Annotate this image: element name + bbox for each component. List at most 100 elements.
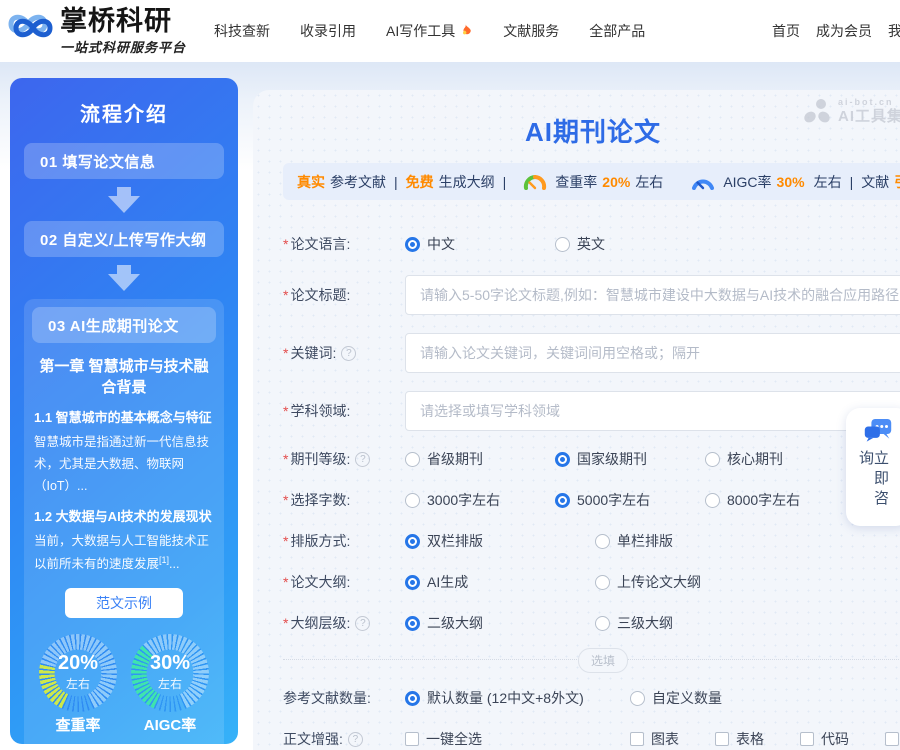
step-3-generate: 03 AI生成期刊论文 (32, 307, 216, 343)
radio-words-3000[interactable]: 3000字左右 (405, 490, 555, 510)
form-row-title: * 论文标题: (283, 275, 900, 315)
checkbox-select-all[interactable]: 一键全选 (405, 729, 630, 749)
form-row-journal-level: * 期刊等级: ? 省级期刊 国家级期刊 核心期刊 (283, 449, 900, 469)
header-right-nav: 首页 成为会员 我的 (772, 21, 900, 41)
logo-title: 掌桥科研 (60, 6, 186, 36)
required-mark: * (283, 492, 288, 508)
site-header: 掌桥科研 一站式科研服务平台 科技查新 收录引用 AI写作工具 文献服务 全部产… (0, 0, 900, 62)
nav-item-home[interactable]: 首页 (772, 21, 800, 41)
sidebar-title: 流程介绍 (24, 98, 224, 127)
preview-section2-title: 1.2 大数据与AI技术的发展现状 (34, 506, 214, 525)
checkbox-icon (715, 732, 729, 746)
nav-item-become-member[interactable]: 成为会员 (816, 21, 872, 41)
radio-outline-ai[interactable]: AI生成 (405, 572, 595, 592)
checkbox-charts[interactable]: 图表 (630, 729, 715, 749)
radio-level-national[interactable]: 国家级期刊 (555, 449, 705, 469)
step-2-outline: 02 自定义/上传写作大纲 (24, 221, 224, 257)
radio-words-8000[interactable]: 8000字左右 (705, 490, 855, 510)
duplicate-rate-gauge: 20% 左右 查重率 (32, 634, 124, 735)
radio-icon (405, 493, 420, 508)
checkbox-icon (885, 732, 899, 746)
radio-icon (405, 237, 420, 252)
form-row-language: * 论文语言: 中文 英文 (283, 234, 900, 254)
logo-icon (6, 6, 58, 50)
required-mark: * (283, 574, 288, 590)
sample-paper-button[interactable]: 范文示例 (65, 588, 183, 618)
nav-item-all-products[interactable]: 全部产品 (589, 21, 645, 41)
nav-item-literature[interactable]: 文献服务 (503, 21, 559, 41)
radio-level-core[interactable]: 核心期刊 (705, 449, 855, 469)
watermark-name: AI工具集 (838, 109, 900, 124)
radio-icon (555, 237, 570, 252)
watermark-url: ai-bot.cn (838, 98, 900, 107)
form-row-layout: * 排版方式: 双栏排版 单栏排版 (283, 531, 900, 551)
watermark: ai-bot.cn AI工具集 (802, 98, 900, 124)
arrow-down-icon (104, 187, 144, 213)
radio-icon (595, 534, 610, 549)
field-label: 参考文献数量: (283, 688, 371, 708)
help-icon[interactable]: ? (355, 616, 370, 631)
radio-depth-three-level[interactable]: 三级大纲 (595, 613, 785, 633)
radio-icon (555, 493, 570, 508)
required-mark: * (283, 451, 288, 467)
preview-chapter-title: 第一章 智慧城市与技术融合背景 (32, 355, 216, 397)
form-row-word-count: * 选择字数: 3000字左右 5000字左右 8000字左右 (283, 490, 900, 510)
radio-layout-double-column[interactable]: 双栏排版 (405, 531, 595, 551)
form-row-references: 参考文献数量: 默认数量 (12中文+8外文) 自定义数量 (283, 688, 900, 708)
main-nav: 科技查新 收录引用 AI写作工具 文献服务 全部产品 (214, 21, 645, 41)
nav-item-citation[interactable]: 收录引用 (300, 21, 356, 41)
subject-field-input[interactable] (405, 391, 900, 431)
radio-icon (705, 493, 720, 508)
checkbox-icon (630, 732, 644, 746)
radio-words-5000[interactable]: 5000字左右 (555, 490, 705, 510)
field-label: 期刊等级: (290, 449, 350, 469)
field-label: 大纲层级: (290, 613, 350, 633)
radio-icon (405, 575, 420, 590)
checkbox-icon (405, 732, 419, 746)
field-label: 论文大纲: (290, 572, 350, 592)
checkbox-formula[interactable]: 公式 (885, 729, 900, 749)
required-mark: * (283, 287, 288, 303)
step-1-fill-info: 01 填写论文信息 (24, 143, 224, 179)
radio-language-english[interactable]: 英文 (555, 234, 705, 254)
speedometer-green-icon (522, 173, 548, 190)
speedometer-blue-icon (690, 173, 716, 190)
radio-icon (555, 452, 570, 467)
paper-form: * 论文语言: 中文 英文 * 论文标题: (283, 234, 900, 749)
keywords-input[interactable] (405, 333, 900, 373)
preview-section2-text: 当前，大数据与人工智能技术正以前所未有的速度发展[1]... (34, 531, 214, 576)
radio-references-default[interactable]: 默认数量 (12中文+8外文) (405, 688, 630, 708)
form-row-outline-depth: * 大纲层级: ? 二级大纲 三级大纲 (283, 613, 900, 633)
rate-gauges: 20% 左右 查重率 30% 左右 AIGC率 (32, 634, 216, 735)
help-icon[interactable]: ? (348, 732, 363, 747)
radio-depth-two-level[interactable]: 二级大纲 (405, 613, 595, 633)
radio-language-chinese[interactable]: 中文 (405, 234, 555, 254)
help-icon[interactable]: ? (355, 452, 370, 467)
feature-bar: 真实参考文献 | 免费生成大纲 | 查重率20%左右 AIGC率30% 左右 |… (283, 163, 900, 200)
radio-outline-upload[interactable]: 上传论文大纲 (595, 572, 785, 592)
nav-item-tech-check[interactable]: 科技查新 (214, 21, 270, 41)
radio-icon (405, 691, 420, 706)
nav-item-ai-writing[interactable]: AI写作工具 (386, 21, 473, 41)
radio-layout-single-column[interactable]: 单栏排版 (595, 531, 785, 551)
radio-references-custom[interactable]: 自定义数量 (630, 688, 820, 708)
required-mark: * (283, 533, 288, 549)
radio-icon (630, 691, 645, 706)
checkbox-icon (800, 732, 814, 746)
radio-icon (405, 452, 420, 467)
optional-section-divider: 选填 (283, 659, 900, 660)
consult-now-widget[interactable]: 立即咨询 (846, 408, 900, 526)
help-icon[interactable]: ? (341, 346, 356, 361)
radio-icon (595, 616, 610, 631)
field-label: 论文语言: (290, 234, 350, 254)
required-mark: * (283, 345, 288, 361)
main-form-card: ai-bot.cn AI工具集 AI期刊论文 真实参考文献 | 免费生成大纲 |… (253, 90, 900, 750)
paper-title-input[interactable] (405, 275, 900, 315)
checkbox-tables[interactable]: 表格 (715, 729, 800, 749)
radio-level-provincial[interactable]: 省级期刊 (405, 449, 555, 469)
required-mark: * (283, 403, 288, 419)
nav-item-mine[interactable]: 我的 (888, 21, 900, 41)
logo[interactable]: 掌桥科研 一站式科研服务平台 (6, 6, 186, 56)
checkbox-code[interactable]: 代码 (800, 729, 885, 749)
page: 掌桥科研 一站式科研服务平台 科技查新 收录引用 AI写作工具 文献服务 全部产… (0, 0, 900, 750)
